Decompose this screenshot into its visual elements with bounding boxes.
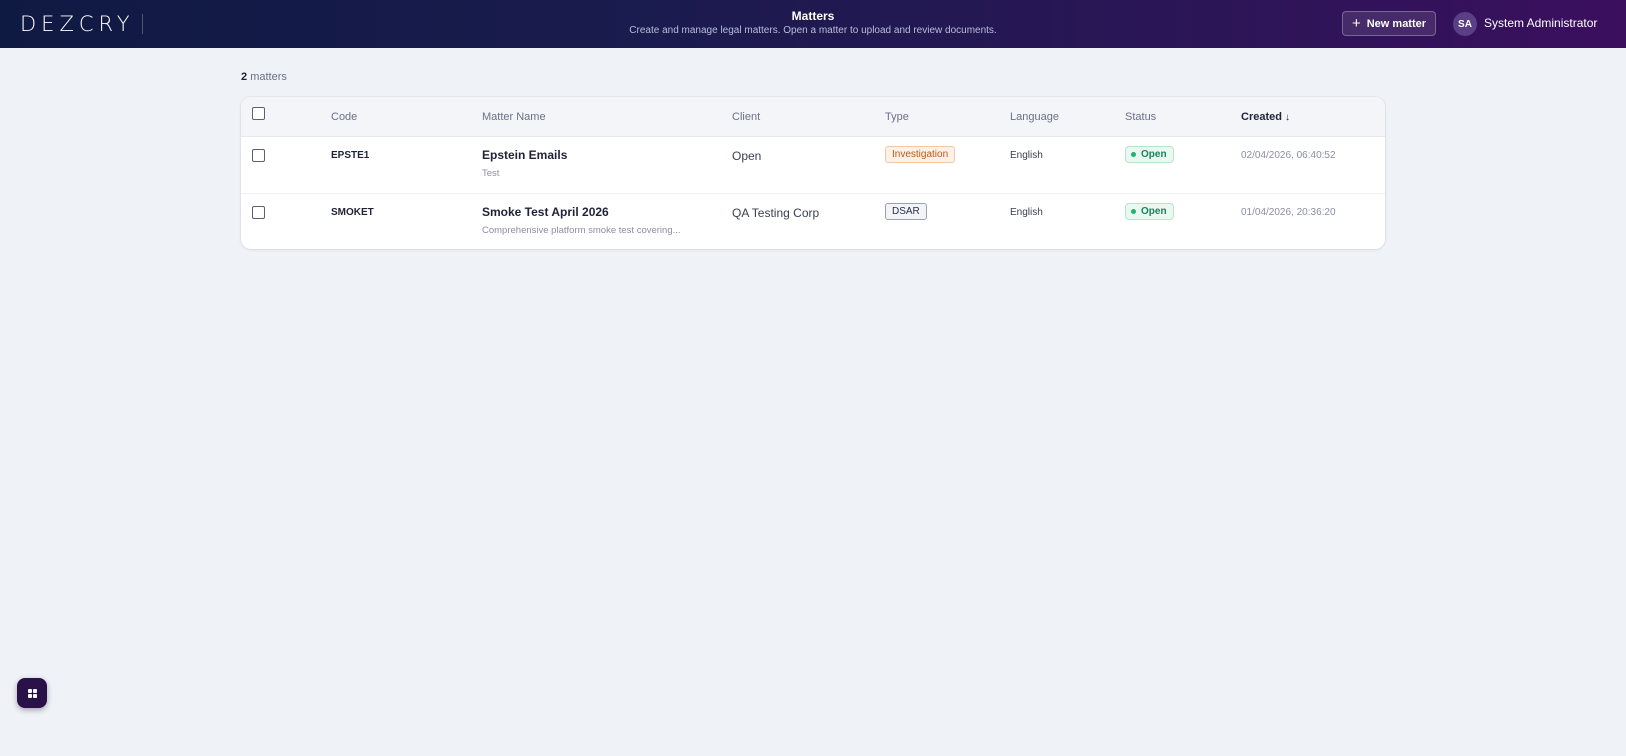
top-bar: DEZCRY Matters Create and manage legal m… (0, 0, 1626, 48)
matter-code: SMOKET (331, 207, 374, 218)
matter-count-number: 2 (241, 71, 248, 83)
matter-name[interactable]: Epstein Emails (482, 148, 567, 162)
new-matter-label: New matter (1366, 17, 1427, 30)
row-checkbox[interactable] (252, 149, 265, 162)
app-logo[interactable]: DEZCRY (20, 12, 135, 36)
matter-name-cell[interactable]: Epstein Emails Test (482, 148, 567, 179)
table-row[interactable]: EPSTE1 Epstein Emails Test Open Investig… (241, 137, 1385, 193)
matter-count: 2 matters (241, 71, 287, 83)
logo-divider (142, 14, 143, 34)
status-dot-icon (1131, 152, 1136, 157)
app-launcher-button[interactable] (17, 678, 47, 708)
column-header-created[interactable]: Created ↓ (1241, 111, 1290, 123)
status-dot-icon (1131, 209, 1136, 214)
column-header-code[interactable]: Code (331, 111, 357, 123)
table-header: Code Matter Name Client Type Language St… (241, 97, 1385, 137)
matter-code: EPSTE1 (331, 150, 370, 161)
matter-language: English (1010, 150, 1043, 161)
matters-table: Code Matter Name Client Type Language St… (241, 97, 1385, 249)
column-header-client[interactable]: Client (732, 111, 760, 123)
matter-language: English (1010, 207, 1043, 218)
column-header-created-label: Created (1241, 111, 1282, 123)
status-badge: Open (1125, 203, 1174, 220)
avatar[interactable]: SA (1453, 12, 1477, 36)
created-timestamp: 01/04/2026, 20:36:20 (1241, 207, 1336, 218)
select-all-checkbox[interactable] (252, 107, 265, 120)
type-badge: DSAR (885, 203, 927, 220)
status-label: Open (1141, 206, 1167, 217)
type-badge: Investigation (885, 146, 956, 163)
plus-icon: + (1351, 14, 1361, 32)
matter-client: Open (732, 149, 762, 163)
status-label: Open (1141, 149, 1167, 160)
matter-client: QA Testing Corp (732, 206, 820, 220)
matter-count-label: matters (250, 71, 287, 83)
matter-name[interactable]: Smoke Test April 2026 (482, 205, 681, 219)
table-row[interactable]: SMOKET Smoke Test April 2026 Comprehensi… (241, 193, 1385, 249)
sort-descending-icon: ↓ (1284, 112, 1290, 123)
user-name[interactable]: System Administrator (1484, 16, 1597, 30)
matter-description: Comprehensive platform smoke test coveri… (482, 225, 681, 236)
created-timestamp: 02/04/2026, 06:40:52 (1241, 150, 1336, 161)
column-header-language[interactable]: Language (1010, 111, 1059, 123)
column-header-type[interactable]: Type (885, 111, 909, 123)
matter-description: Test (482, 168, 500, 179)
column-header-matter-name[interactable]: Matter Name (482, 111, 546, 123)
grid-icon (27, 688, 37, 698)
matter-name-cell[interactable]: Smoke Test April 2026 Comprehensive plat… (482, 205, 681, 236)
status-badge: Open (1125, 146, 1174, 163)
new-matter-button[interactable]: + New matter (1342, 11, 1436, 36)
column-header-status[interactable]: Status (1125, 111, 1156, 123)
row-checkbox[interactable] (252, 206, 265, 219)
